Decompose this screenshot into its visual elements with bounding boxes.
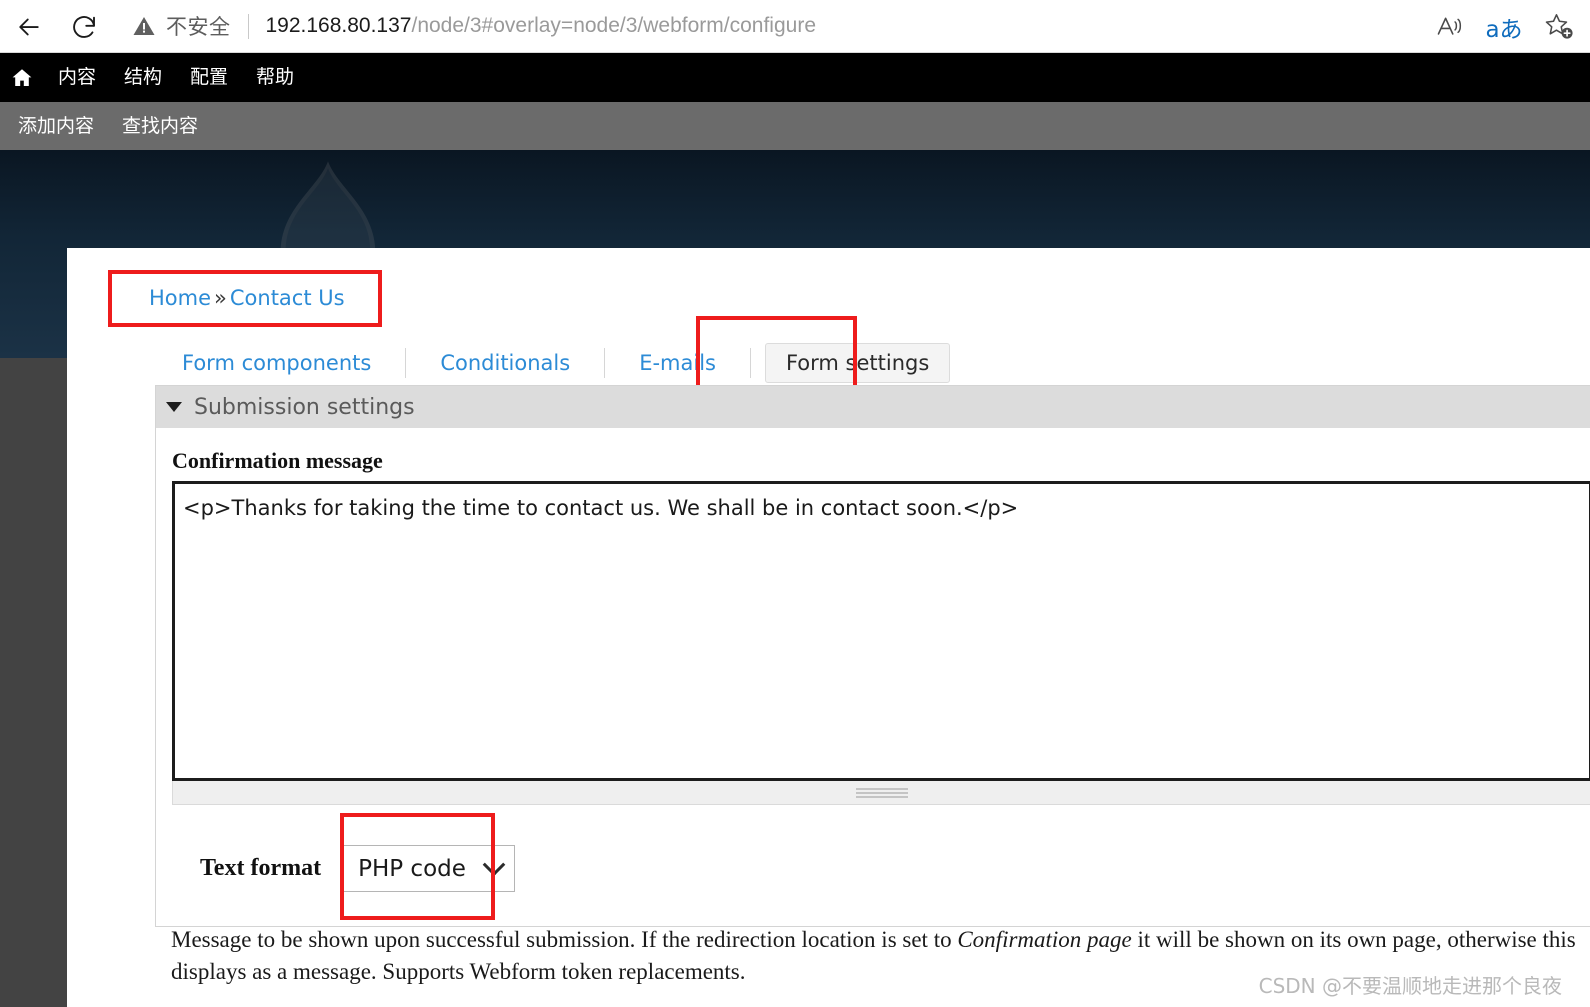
chevron-down-icon xyxy=(482,852,506,876)
fieldset-legend-label: Submission settings xyxy=(194,394,415,420)
grippie-lines xyxy=(856,787,908,798)
submission-settings-fieldset: Submission settings Confirmation message… xyxy=(155,385,1590,927)
read-aloud-glyph xyxy=(1437,17,1462,35)
tab-separator xyxy=(749,348,751,378)
browser-chrome: 不安全 192.168.80.137/node/3#overlay=node/3… xyxy=(0,0,1590,53)
text-format-select[interactable]: PHP code xyxy=(343,845,516,892)
admin-toolbar-item-structure[interactable]: 结构 xyxy=(110,53,176,102)
url-divider xyxy=(247,13,249,39)
tab-form-components[interactable]: Form components xyxy=(162,344,391,382)
admin-subtoolbar: 添加内容 查找内容 xyxy=(0,102,1590,150)
tab-conditionals[interactable]: Conditionals xyxy=(420,344,590,382)
add-favorite-icon[interactable] xyxy=(1532,7,1584,47)
address-bar[interactable]: 不安全 192.168.80.137/node/3#overlay=node/3… xyxy=(118,5,1370,47)
admin-toolbar-item-content[interactable]: 内容 xyxy=(44,53,110,102)
description-part1: Message to be shown upon successful subm… xyxy=(171,927,958,952)
tab-emails[interactable]: E-mails xyxy=(619,344,736,382)
text-format-row: Text format PHP code xyxy=(172,805,1590,926)
url-path: /node/3#overlay=node/3/webform/configure xyxy=(411,14,817,37)
confirmation-message-textarea[interactable] xyxy=(172,481,1590,781)
security-status[interactable]: 不安全 xyxy=(118,11,231,41)
admin-toolbar-home[interactable] xyxy=(4,66,44,90)
description-emphasis: Confirmation page xyxy=(957,927,1132,952)
fieldset-body: Confirmation message Text format PHP cod… xyxy=(156,428,1590,926)
tab-separator xyxy=(604,348,606,378)
admin-toolbar-item-configuration[interactable]: 配置 xyxy=(176,53,242,102)
breadcrumb: Home» Contact Us xyxy=(149,286,345,310)
admin-subtoolbar-item-add-content[interactable]: 添加内容 xyxy=(4,102,108,150)
arrow-left-icon xyxy=(19,18,39,35)
admin-subtoolbar-item-find-content[interactable]: 查找内容 xyxy=(108,102,212,150)
tab-separator xyxy=(405,348,407,378)
star-plus-glyph xyxy=(1545,14,1573,39)
breadcrumb-separator: » xyxy=(214,286,227,310)
translate-glyph: aあ xyxy=(1485,16,1523,43)
fieldset-legend[interactable]: Submission settings xyxy=(156,386,1590,428)
translate-icon[interactable]: aあ xyxy=(1478,7,1530,47)
back-button[interactable] xyxy=(0,0,58,53)
breadcrumb-link-contact-us[interactable]: Contact Us xyxy=(230,286,345,310)
textarea-resize-grippie[interactable] xyxy=(172,781,1590,805)
text-format-value: PHP code xyxy=(358,855,466,882)
reload-icon xyxy=(73,15,95,38)
admin-toolbar-item-help[interactable]: 帮助 xyxy=(242,53,308,102)
browser-actions: aあ xyxy=(1424,0,1584,53)
triangle-down-icon xyxy=(166,402,182,412)
confirmation-message-label: Confirmation message xyxy=(172,448,383,473)
read-aloud-icon[interactable] xyxy=(1424,7,1476,47)
warning-triangle-icon xyxy=(133,17,155,35)
overlay-panel: Home» Contact Us Form components Conditio… xyxy=(67,248,1590,1007)
breadcrumb-link-home[interactable]: Home xyxy=(149,286,211,310)
security-label: 不安全 xyxy=(166,15,231,39)
csdn-watermark: CSDN @不要温顺地走进那个良夜 xyxy=(1258,974,1562,998)
home-icon xyxy=(12,68,32,86)
reload-button[interactable] xyxy=(56,0,112,53)
url-text[interactable]: 192.168.80.137/node/3#overlay=node/3/web… xyxy=(266,14,817,38)
text-format-label: Text format xyxy=(200,855,322,881)
tab-form-settings[interactable]: Form settings xyxy=(764,343,951,383)
admin-toolbar: 内容 结构 配置 帮助 xyxy=(0,53,1590,102)
secondary-tabs: Form components Conditionals E-mails For… xyxy=(162,343,951,383)
url-host: 192.168.80.137 xyxy=(265,14,412,37)
